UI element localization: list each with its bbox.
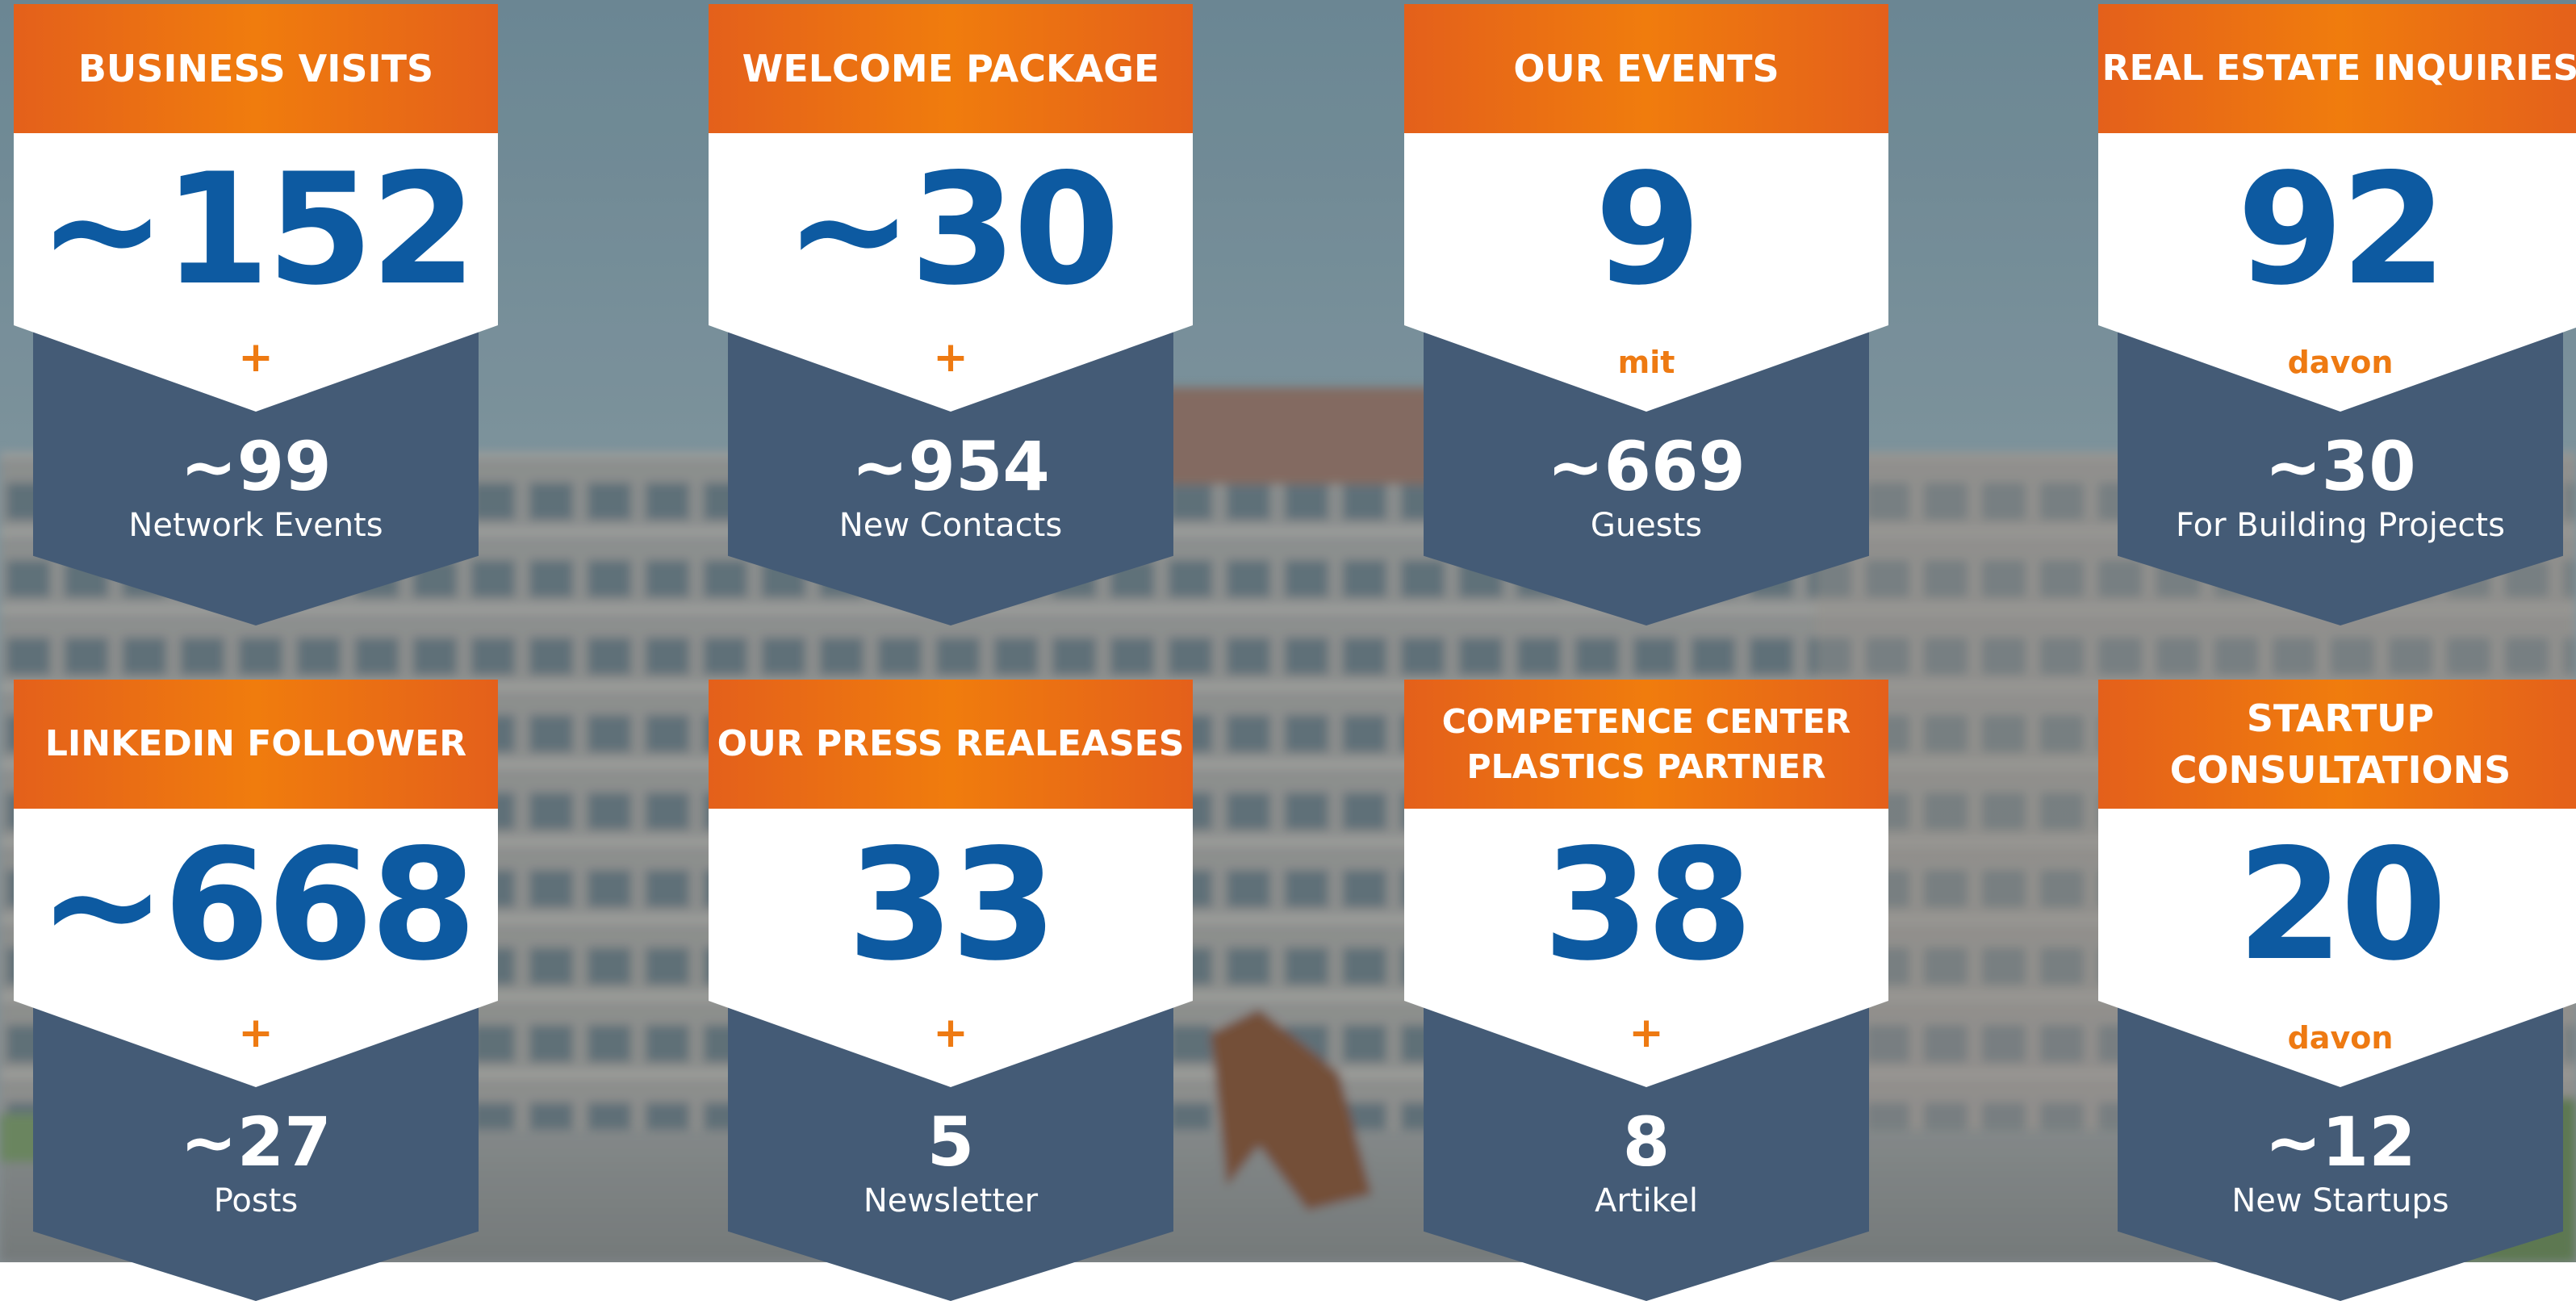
stat-card-real-estate-inquiries: REAL ESTATE INQUIRIES 92 davon ~30 For B… [2098, 4, 2576, 625]
card-title: LINKEDIN FOLLOWER [44, 723, 467, 764]
stat-card-linkedin-follower: LINKEDIN FOLLOWER ~668 + ~27 Posts [14, 680, 498, 1301]
card-sub-value: ~99 [180, 427, 332, 506]
card-main-value: ~152 [38, 140, 477, 319]
card-sub-value: ~669 [1547, 427, 1746, 506]
card-connector: + [1629, 1009, 1664, 1057]
card-title: REAL ESTATE INQUIRIES [2101, 48, 2576, 89]
stat-card-competence-center: COMPETENCE CENTER PLASTICS PARTNER 38 + … [1404, 680, 1888, 1301]
card-main-value: 9 [1594, 140, 1701, 319]
card-header: OUR PRESS REALEASES [709, 680, 1193, 809]
card-header: WELCOME PACKAGE [709, 4, 1193, 133]
card-title: STARTUP CONSULTATIONS [2169, 697, 2511, 792]
card-connector: + [238, 333, 274, 382]
card-sub-value: ~27 [180, 1102, 332, 1182]
card-title: OUR PRESS REALEASES [717, 723, 1185, 764]
card-main-value: 38 [1542, 816, 1753, 994]
card-sub-value: 5 [926, 1102, 975, 1182]
stat-card-welcome-package: WELCOME PACKAGE ~30 + ~954 New Contacts [709, 4, 1193, 625]
card-header: STARTUP CONSULTATIONS [2098, 680, 2576, 809]
card-sub-value: ~30 [2264, 427, 2416, 506]
card-sub-value: ~954 [851, 427, 1050, 506]
card-sub-value: ~12 [2264, 1102, 2416, 1182]
card-title: WELCOME PACKAGE [742, 47, 1160, 90]
stat-card-press-releases: OUR PRESS REALEASES 33 + 5 Newsletter [709, 680, 1193, 1301]
card-sub-label: Guests [1590, 507, 1703, 544]
card-sub-label: Newsletter [863, 1182, 1039, 1219]
card-connector: + [933, 1009, 968, 1057]
card-connector: davon [2287, 345, 2394, 380]
card-main-value: 33 [847, 816, 1057, 994]
card-sub-label: Artikel [1594, 1182, 1699, 1219]
card-sub-label: Posts [213, 1182, 299, 1219]
card-connector: + [238, 1009, 274, 1057]
card-connector: + [933, 333, 968, 382]
card-connector: mit [1617, 345, 1675, 380]
card-header: BUSINESS VISITS [14, 4, 498, 133]
card-header: LINKEDIN FOLLOWER [14, 680, 498, 809]
stat-card-our-events: OUR EVENTS 9 mit ~669 Guests [1404, 4, 1888, 625]
card-sub-label: For Building Projects [2176, 507, 2505, 544]
card-sub-label: New Startups [2231, 1182, 2449, 1219]
card-title: OUR EVENTS [1513, 47, 1779, 90]
card-main-value: ~668 [38, 816, 477, 994]
card-main-value: 92 [2236, 140, 2447, 319]
card-sub-label: Network Events [128, 507, 383, 544]
card-header: COMPETENCE CENTER PLASTICS PARTNER [1404, 680, 1888, 809]
stat-card-startup-consultations: STARTUP CONSULTATIONS 20 davon ~12 New S… [2098, 680, 2576, 1301]
card-title: BUSINESS VISITS [77, 47, 434, 90]
card-sub-label: New Contacts [838, 507, 1063, 544]
card-title: COMPETENCE CENTER PLASTICS PARTNER [1441, 702, 1851, 786]
card-main-value: ~30 [784, 140, 1120, 319]
card-header: REAL ESTATE INQUIRIES [2098, 4, 2576, 133]
stat-card-business-visits: BUSINESS VISITS ~152 + ~99 Network Event… [14, 4, 498, 625]
card-header: OUR EVENTS [1404, 4, 1888, 133]
card-main-value: 20 [2236, 816, 2447, 994]
card-sub-value: 8 [1622, 1102, 1671, 1182]
card-connector: davon [2287, 1020, 2394, 1056]
